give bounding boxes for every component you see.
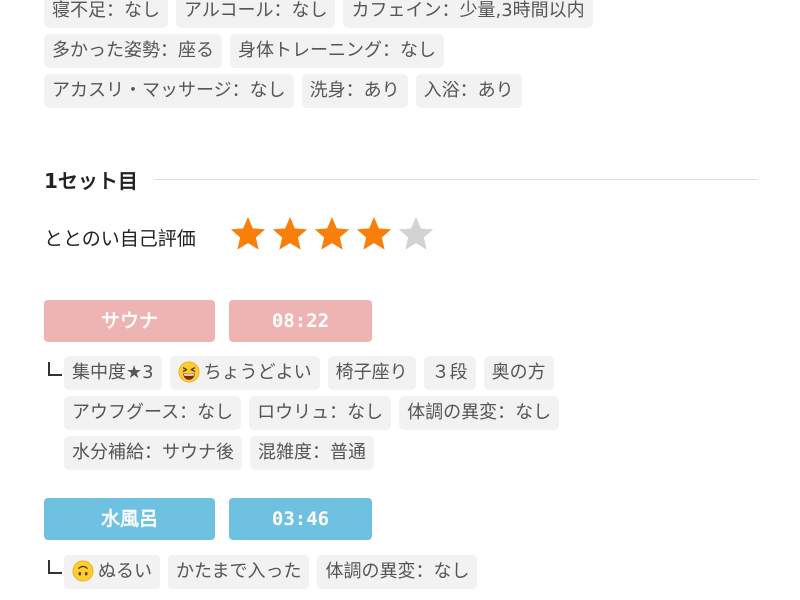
condition-tag-caffeine: カフェイン：少量,3時間以内 — [343, 0, 593, 28]
water-tag-temperature: ぬるい — [64, 555, 160, 589]
sauna-tag-seat: 椅子座り — [327, 356, 416, 390]
condition-tag-sleep: 寝不足：なし — [44, 0, 168, 28]
sauna-tag-focus: 集中度★3 — [64, 356, 162, 390]
condition-tag-body-wash: 洗身：あり — [301, 74, 408, 108]
sauna-tag-temperature-label: ちょうどよい — [203, 362, 312, 383]
star-filled-icon — [356, 217, 392, 250]
sauna-tags-row-3: 水分補給：サウナ後 混雑度：普通 — [64, 436, 374, 470]
condition-tag-posture: 多かった姿勢：座る — [44, 34, 222, 68]
sauna-tag-condition: 体調の異変：なし — [399, 396, 560, 430]
branch-icon — [48, 560, 62, 574]
star-filled-icon — [230, 217, 266, 250]
sauna-time-pill: 08:22 — [229, 300, 372, 342]
sauna-tag-hydration: 水分補給：サウナ後 — [64, 436, 242, 470]
branch-icon — [48, 362, 62, 376]
condition-tag-training: 身体トレーニング：なし — [230, 34, 444, 68]
condition-tag-massage: アカスリ・マッサージ：なし — [44, 74, 294, 108]
set-divider — [153, 178, 758, 180]
condition-tag-bath: 入浴：あり — [415, 74, 522, 108]
condition-tags-row-2: 多かった姿勢：座る 身体トレーニング：なし — [44, 34, 444, 68]
sauna-tag-position: 奥の方 — [483, 356, 554, 390]
water-tag-depth: かたまで入った — [168, 555, 310, 589]
water-tag-condition: 体調の異変：なし — [317, 555, 478, 589]
water-bath-label-pill: 水風呂 — [44, 498, 215, 540]
sauna-time: 08:22 — [271, 310, 330, 332]
condition-tags-row-1: 寝不足：なし アルコール：なし カフェイン：少量,3時間以内 — [44, 0, 593, 28]
set-header: 1セット目 — [44, 164, 758, 194]
water-tags-row-1: ぬるい かたまで入った 体調の異変：なし — [64, 555, 478, 589]
condition-tag-alcohol: アルコール：なし — [176, 0, 336, 28]
star-filled-icon — [272, 217, 308, 250]
upside-down-face-icon — [72, 560, 94, 582]
grinning-squinting-face-icon — [178, 361, 200, 383]
rating-label: ととのい自己評価 — [44, 228, 196, 250]
water-bath-label: 水風呂 — [100, 508, 158, 530]
star-filled-icon — [314, 217, 350, 250]
sauna-tag-aufguss: アウフグース：なし — [64, 396, 242, 430]
sauna-tags-row-2: アウフグース：なし ロウリュ：なし 体調の異変：なし — [64, 396, 560, 430]
water-bath-time-pill: 03:46 — [229, 498, 372, 540]
sauna-label: サウナ — [100, 310, 158, 332]
water-tag-temperature-label: ぬるい — [98, 561, 152, 582]
sauna-tags-row-1: 集中度★3 ちょうどよい 椅子座り ３段 奥の方 — [64, 356, 554, 390]
water-bath-time: 03:46 — [271, 508, 330, 530]
sauna-tag-crowding: 混雑度：普通 — [250, 436, 374, 470]
star-empty-icon — [398, 217, 434, 250]
sauna-label-pill: サウナ — [44, 300, 215, 342]
sauna-tag-temperature: ちょうどよい — [169, 356, 320, 390]
sauna-log-page: 寝不足：なし アルコール：なし カフェイン：少量,3時間以内 多かった姿勢：座る… — [0, 0, 800, 600]
sauna-tag-tier: ３段 — [423, 356, 476, 390]
star-rating — [228, 214, 436, 254]
condition-tags-row-3: アカスリ・マッサージ：なし 洗身：あり 入浴：あり — [44, 74, 522, 108]
sauna-tag-loyly: ロウリュ：なし — [249, 396, 392, 430]
set-title: 1セット目 — [44, 168, 138, 193]
